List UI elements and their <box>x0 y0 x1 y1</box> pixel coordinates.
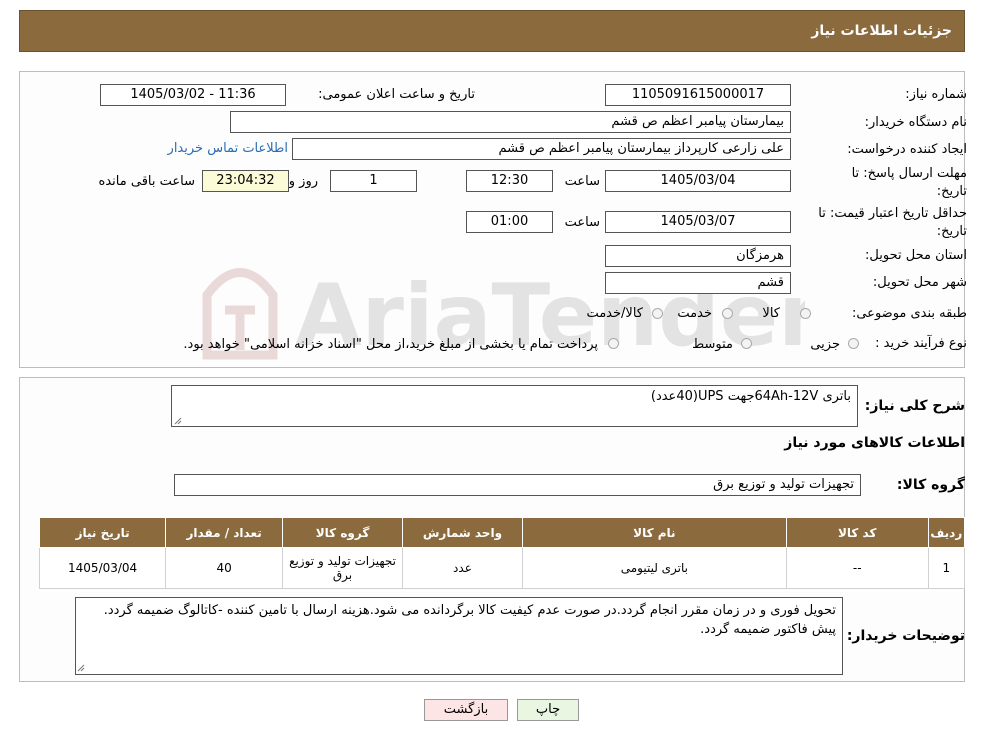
process-radio-minor[interactable] <box>848 338 859 349</box>
resize-handle-icon[interactable] <box>77 664 85 672</box>
remaining-time-field: 23:04:32 <box>202 170 289 192</box>
goods-group-field: تجهیزات تولید و توزیع برق <box>174 474 861 496</box>
cell-group: تجهیزات تولید و توزیع برق <box>282 547 403 589</box>
cell-item-code: -- <box>785 547 929 589</box>
category-option-goods: کالا <box>762 306 780 321</box>
goods-table-wrapper: ردیف کد کالا نام کالا واحد شمارش گروه کا… <box>38 517 966 589</box>
col-header-need-date: تاریخ نیاز <box>38 517 167 548</box>
buyer-notes-label: توضیحات خریدار: <box>846 628 965 644</box>
city-field: قشم <box>605 272 791 294</box>
announce-label: تاریخ و ساعت اعلان عمومی: <box>318 87 475 102</box>
page-title: جزئیات اطلاعات نیاز <box>811 23 952 39</box>
need-number-label: شماره نیاز: <box>905 87 967 102</box>
cell-quantity: 40 <box>165 547 284 589</box>
process-option-minor: جزیی <box>810 337 840 352</box>
days-label: روز و <box>288 174 318 189</box>
buyer-org-label: نام دستگاه خریدار: <box>864 115 967 130</box>
table-header-row: ردیف کد کالا نام کالا واحد شمارش گروه کا… <box>38 517 966 548</box>
creator-field: علی زارعی کارپرداز بیمارستان پیامبر اعظم… <box>292 138 791 160</box>
category-label: طبقه بندی موضوعی: <box>851 306 967 321</box>
validity-time-field: 01:00 <box>466 211 553 233</box>
province-field: هرمزگان <box>605 245 791 267</box>
need-number-field: 1105091615000017 <box>605 84 791 106</box>
process-radio-medium[interactable] <box>741 338 752 349</box>
deadline-time-label: ساعت <box>564 174 600 189</box>
process-radio-treasury[interactable] <box>608 338 619 349</box>
category-radio-service[interactable] <box>722 308 733 319</box>
validity-label: حداقل تاریخ اعتبار قیمت: تا <box>818 206 967 221</box>
goods-table: ردیف کد کالا نام کالا واحد شمارش گروه کا… <box>38 517 966 589</box>
remaining-label: ساعت باقی مانده <box>98 174 195 189</box>
buyer-contact-link[interactable]: اطلاعات تماس خریدار <box>168 141 288 156</box>
cell-unit: عدد <box>401 547 523 589</box>
summary-textarea[interactable]: باتری 64Ah-12Vجهت UPS(40عدد) <box>171 385 858 427</box>
resize-handle-icon[interactable] <box>174 417 182 425</box>
print-button[interactable]: چاپ <box>517 699 579 721</box>
category-radio-goods[interactable] <box>800 308 811 319</box>
validity-time-label: ساعت <box>564 215 600 230</box>
col-header-item-code: کد کالا <box>785 517 929 548</box>
city-label: شهر محل تحویل: <box>872 275 967 290</box>
cell-need-date: 1405/03/04 <box>38 547 167 589</box>
process-label: نوع فرآیند خرید : <box>875 336 967 351</box>
process-option-medium: متوسط <box>692 337 733 352</box>
page-header: جزئیات اطلاعات نیاز <box>19 10 965 52</box>
creator-label: ایجاد کننده درخواست: <box>847 142 967 157</box>
deadline-date-field: 1405/03/04 <box>605 170 791 192</box>
category-option-goods-service: کالا/خدمت <box>586 306 643 321</box>
validity-label-2: تاریخ: <box>936 224 967 239</box>
deadline-label-2: تاریخ: <box>936 184 967 199</box>
deadline-label: مهلت ارسال پاسخ: تا <box>851 166 967 181</box>
col-header-unit: واحد شمارش <box>401 517 523 548</box>
announce-field: 1405/03/02 - 11:36 <box>100 84 286 106</box>
col-header-group: گروه کالا <box>282 517 403 548</box>
deadline-time-field: 12:30 <box>466 170 553 192</box>
cell-item-name: باتری لیتیومی <box>521 547 787 589</box>
cell-row-number: 1 <box>927 547 966 589</box>
process-note: پرداخت تمام یا بخشی از مبلغ خرید،از محل … <box>183 337 598 352</box>
validity-date-field: 1405/03/07 <box>605 211 791 233</box>
province-label: استان محل تحویل: <box>865 248 967 263</box>
summary-label: شرح کلی نیاز: <box>864 398 965 414</box>
table-row: 1 -- باتری لیتیومی عدد تجهیزات تولید و ت… <box>38 547 966 589</box>
buyer-org-field: بیمارستان پیامبر اعظم ص قشم <box>230 111 791 133</box>
goods-section-title: اطلاعات کالاهای مورد نیاز <box>784 435 965 451</box>
col-header-row-number: ردیف <box>927 517 966 548</box>
buyer-notes-textarea[interactable]: تحویل فوری و در زمان مقرر انجام گردد.در … <box>75 597 843 675</box>
goods-group-label: گروه کالا: <box>896 477 965 493</box>
category-option-service: خدمت <box>677 306 712 321</box>
col-header-item-name: نام کالا <box>521 517 787 548</box>
category-radio-goods-service[interactable] <box>652 308 663 319</box>
col-header-quantity: تعداد / مقدار <box>165 517 284 548</box>
back-button[interactable]: بازگشت <box>424 699 508 721</box>
days-field: 1 <box>330 170 417 192</box>
